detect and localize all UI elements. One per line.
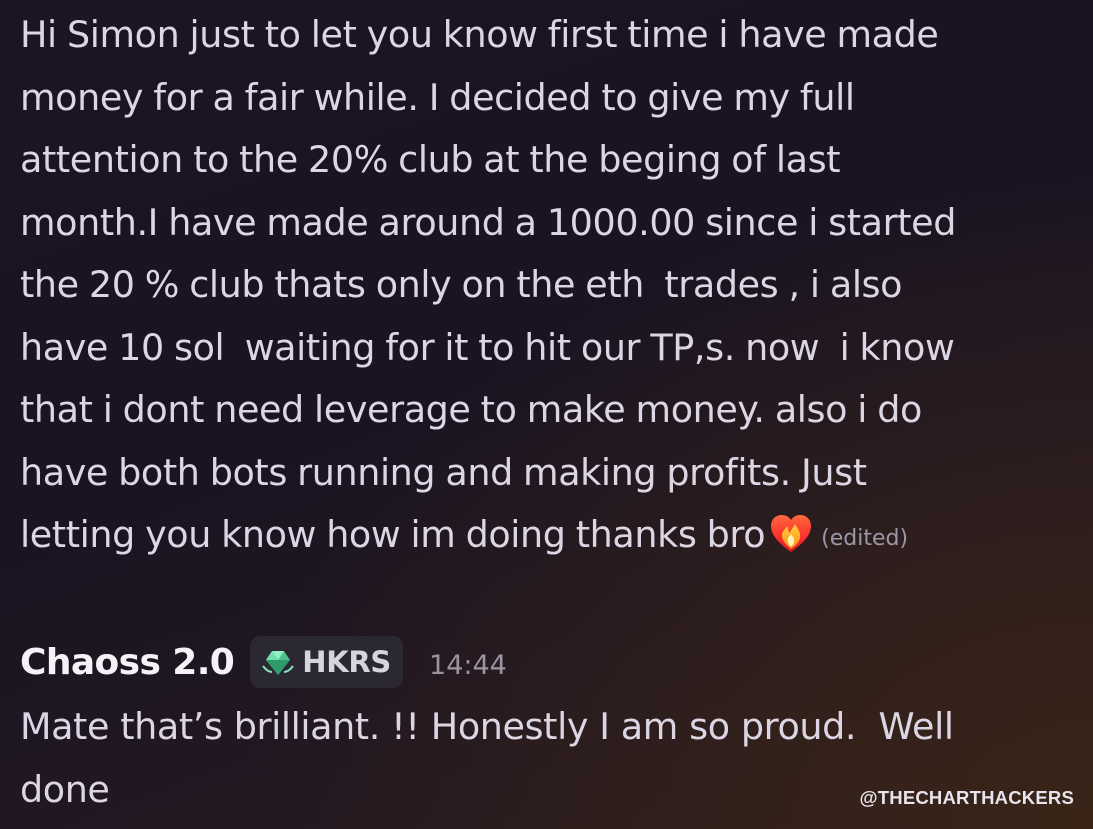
watermark: @THECHARTHACKERS xyxy=(859,787,1074,808)
message-line: month.I have made around a 1000.00 since… xyxy=(20,200,956,244)
message-line: have 10 sol waiting for it to hit our TP… xyxy=(20,325,955,369)
message-line: that i dont need leverage to make money.… xyxy=(20,388,922,431)
message-header: Chaoss 2.0 HKRS 14:44 xyxy=(20,632,1080,692)
green-gem-icon xyxy=(260,646,296,678)
role-tag[interactable]: HKRS xyxy=(250,636,404,688)
message-line: money for a fair while. I decided to giv… xyxy=(20,75,855,119)
message-line: Hi Simon just to let you know first time… xyxy=(20,13,939,56)
reply-line: Mate that’s brilliant. !! Honestly I am … xyxy=(20,705,954,748)
message-content: Hi Simon just to let you know first time… xyxy=(20,4,1080,571)
username[interactable]: Chaoss 2.0 xyxy=(20,642,235,683)
edited-label: (edited) xyxy=(821,526,909,551)
message-line: attention to the 20% club at the beging … xyxy=(20,138,841,181)
message-line: letting you know how im doing thanks bro xyxy=(20,513,766,556)
heart-on-fire-icon xyxy=(767,509,815,557)
previous-message[interactable]: Hi Simon just to let you know first time… xyxy=(20,4,1080,571)
role-label: HKRS xyxy=(302,645,392,679)
timestamp[interactable]: 14:44 xyxy=(429,650,507,681)
message-line: have both bots running and making profit… xyxy=(20,450,867,494)
message-line: the 20 % club thats only on the eth trad… xyxy=(20,263,903,306)
message-last-line: letting you know how im doing thanks bro xyxy=(20,504,1080,571)
